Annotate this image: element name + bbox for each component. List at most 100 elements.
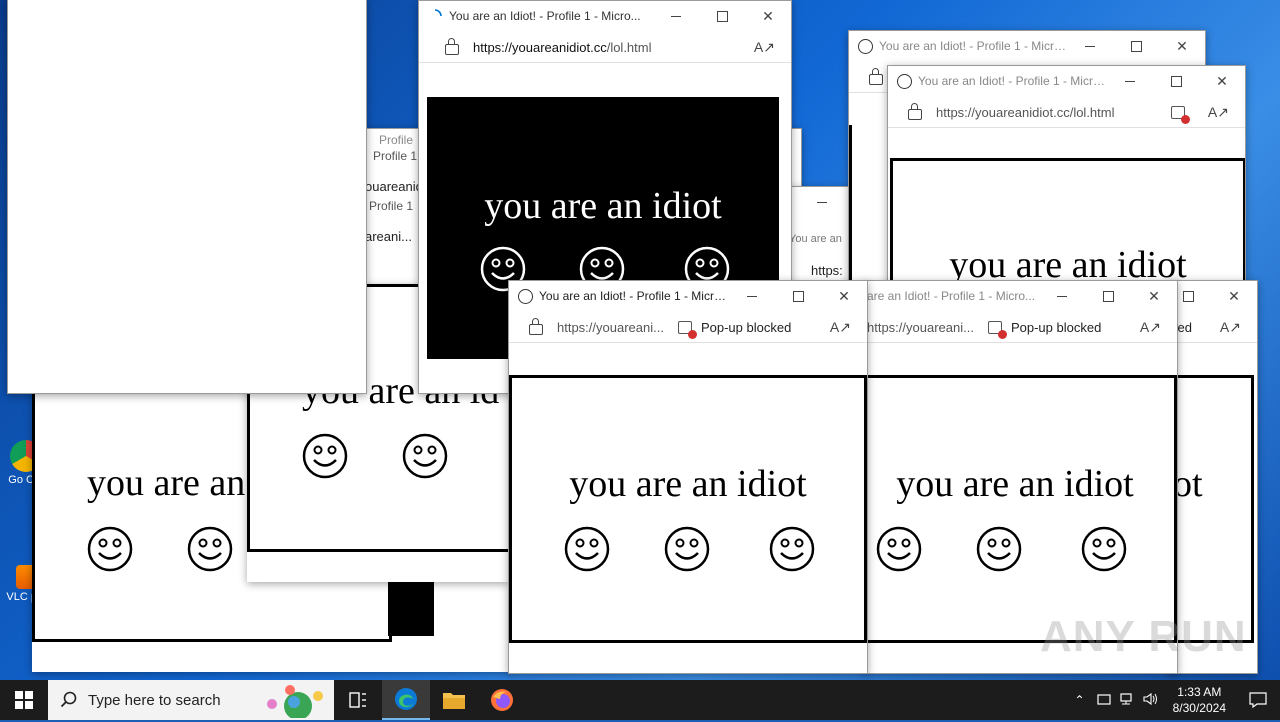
volume-icon[interactable] (1143, 692, 1159, 709)
popup-blocked-label: Pop-up blocked (700, 319, 792, 335)
read-aloud-icon[interactable]: A↗ (1208, 104, 1229, 121)
maximize-button[interactable] (1113, 31, 1159, 61)
minimize-button[interactable] (653, 1, 699, 31)
lock-icon (445, 37, 459, 55)
title-bar[interactable]: You are an Idiot! - Profile 1 - Micro... (849, 31, 1205, 61)
lock-icon (529, 317, 543, 335)
smiley-face-icon (87, 526, 133, 572)
minimize-button[interactable] (1039, 281, 1085, 311)
firefox-icon (491, 689, 513, 711)
url-text: https://youareani... (557, 319, 664, 335)
title-bar[interactable]: You are an Idiot! - Profile 1 - Micro... (509, 281, 867, 311)
smiley-favicon-icon (517, 288, 533, 304)
title-bar[interactable]: are an Idiot! - Profile 1 - Micro... (865, 281, 1177, 311)
address-bar[interactable]: https://youareanidiot.cc/lol.html A↗ (888, 97, 1245, 128)
close-button[interactable] (1159, 31, 1205, 61)
taskbar-file-explorer-button[interactable] (430, 680, 478, 720)
popup-blocked-icon (677, 320, 697, 339)
clock[interactable]: 1:33 AM 8/30/2024 (1173, 684, 1226, 716)
chevron-up-icon[interactable]: ⌃ (1075, 693, 1085, 707)
read-aloud-icon[interactable]: A↗ (1140, 319, 1161, 336)
window-title-fragment: Profile 1 (369, 199, 414, 213)
search-icon (60, 691, 77, 708)
smiley-face-icon (876, 526, 922, 572)
maximize-button[interactable] (1085, 281, 1131, 311)
window-title: You are an Idiot! - Profile 1 - Micro... (449, 9, 641, 23)
watermark: ANY RUN (1040, 612, 1247, 661)
smiley-favicon-icon (857, 38, 873, 54)
loading-spinner-icon (427, 8, 443, 24)
address-bar[interactable]: https://youareani... Pop-up blocked A↗ (509, 312, 867, 343)
idiot-page: you are an idiot (890, 158, 1245, 296)
window-title: You are an Idiot! - Profile 1 - Micro... (539, 289, 729, 303)
close-button[interactable] (745, 1, 791, 31)
close-button[interactable] (1199, 66, 1245, 96)
taskbar-search-box[interactable]: Type here to search (48, 680, 334, 720)
address-bar[interactable]: https://youareani... Pop-up blocked A↗ (865, 312, 1177, 343)
smiley-favicon-icon (896, 73, 912, 89)
clock-date: 8/30/2024 (1172, 701, 1226, 715)
smiley-face-icon (402, 433, 448, 479)
file-explorer-icon (443, 693, 465, 709)
minimize-button[interactable] (799, 187, 845, 217)
taskbar-edge-button[interactable] (382, 680, 430, 720)
smiley-face-icon (769, 526, 815, 572)
url-text: https://youareani... (867, 319, 974, 335)
url-text: https://youareanidiot.cc/lol.html (936, 104, 1115, 120)
window-title: You are an Idiot! - Profile 1 - Micro... (879, 39, 1067, 53)
address-bar[interactable]: https://youareanidiot.cc/lol.html A↗ (419, 32, 791, 63)
notification-center-icon[interactable] (1236, 692, 1280, 708)
window-title-fragment: Profile (379, 133, 414, 147)
taskbar-firefox-button[interactable] (478, 680, 526, 720)
minimize-button[interactable] (1067, 31, 1113, 61)
minimize-button[interactable] (1107, 66, 1153, 96)
blank-window[interactable] (7, 0, 367, 394)
read-aloud-icon[interactable]: A↗ (754, 39, 775, 56)
smiley-face-icon (1081, 526, 1127, 572)
popup-blocked-label: Pop-up blocked (1010, 319, 1102, 335)
title-bar[interactable] (1169, 281, 1257, 311)
minimize-button[interactable] (729, 281, 775, 311)
idiot-page: you are an idiot (509, 375, 867, 643)
page-content: you are an idiot (509, 343, 867, 673)
close-button[interactable] (821, 281, 867, 311)
windows-logo-icon (15, 691, 33, 709)
network-icon[interactable] (1119, 692, 1135, 709)
popup-blocked-indicator[interactable]: Pop-up blocked (677, 319, 792, 339)
task-view-button[interactable] (334, 680, 382, 720)
url-fragment: https: (811, 263, 843, 278)
search-highlight-icon (260, 682, 330, 720)
popup-blocked-indicator[interactable]: Pop-up blocked (987, 319, 1102, 339)
smiley-face-icon (564, 526, 610, 572)
popup-blocked-icon[interactable] (1170, 105, 1194, 124)
idiot-text: you are an idiot (896, 463, 1134, 505)
url-fragment: ouareanidi (365, 179, 426, 194)
read-aloud-icon[interactable]: A↗ (1220, 319, 1241, 336)
window-title-fragment: Profile 1 (373, 149, 418, 163)
desktop: Go Chr VLC pla Profile Profile 1 ouarean… (0, 0, 1280, 680)
title-bar[interactable]: You are an Idiot! - Profile 1 - Micro... (419, 1, 791, 31)
meet-now-icon[interactable] (1097, 692, 1111, 709)
title-bar[interactable]: You are an Idiot! - Profile 1 - Micro... (888, 66, 1245, 96)
url-text: https://youareanidiot.cc/lol.html (473, 39, 652, 55)
maximize-button[interactable] (1153, 66, 1199, 96)
start-button[interactable] (0, 680, 48, 720)
idiot-text: you are an idiot (569, 463, 807, 505)
page-border (849, 125, 852, 291)
browser-window-foreground[interactable]: You are an Idiot! - Profile 1 - Micro...… (508, 280, 868, 674)
close-button[interactable] (1131, 281, 1177, 311)
popup-blocked-icon (987, 320, 1007, 339)
window-title: You are an Idiot! - Profile 1 - Micro... (918, 74, 1107, 88)
browser-window-right-front[interactable]: You are an Idiot! - Profile 1 - Micro...… (887, 65, 1246, 297)
lock-icon (908, 102, 922, 120)
close-button[interactable] (1211, 281, 1257, 311)
url-fragment: areani... (365, 229, 412, 244)
smiley-face-icon (976, 526, 1022, 572)
maximize-button[interactable] (775, 281, 821, 311)
maximize-button[interactable] (699, 1, 745, 31)
address-bar[interactable]: ked A↗ (1169, 312, 1257, 343)
taskbar: Type here to search ⌃ 1:33 AM 8/30/2024 (0, 680, 1280, 720)
read-aloud-icon[interactable]: A↗ (830, 319, 851, 336)
system-tray: ⌃ 1:33 AM 8/30/2024 (1067, 680, 1280, 720)
search-placeholder: Type here to search (88, 691, 221, 709)
